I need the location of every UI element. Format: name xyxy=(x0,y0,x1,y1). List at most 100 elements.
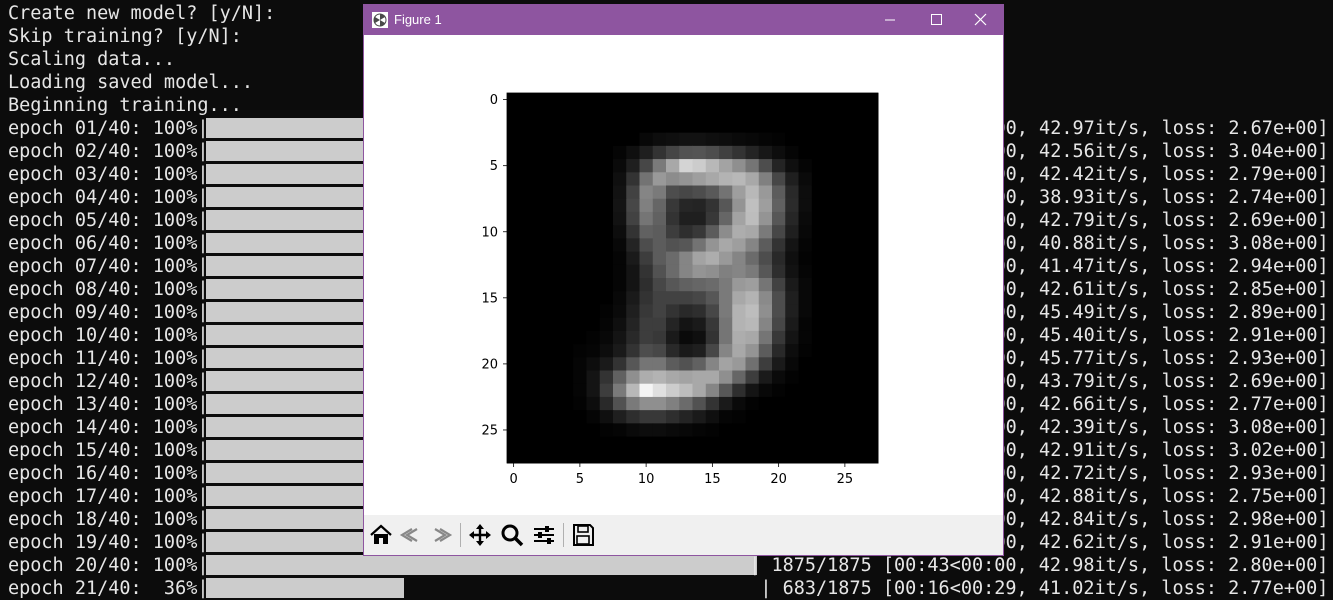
heatmap-cell xyxy=(652,198,667,213)
pan-button[interactable] xyxy=(466,521,494,549)
heatmap-cell xyxy=(838,370,852,385)
home-button[interactable] xyxy=(367,521,395,549)
heatmap-cell xyxy=(679,185,693,200)
heatmap-cell xyxy=(666,106,680,120)
heatmap-cell xyxy=(599,449,614,464)
heatmap-cell xyxy=(507,436,521,451)
forward-button[interactable] xyxy=(427,521,455,549)
heatmap-cell xyxy=(679,145,693,160)
heatmap-cell xyxy=(546,423,561,438)
heatmap-cell xyxy=(772,449,786,464)
heatmap-cell xyxy=(838,344,852,358)
heatmap-cell xyxy=(719,436,733,451)
heatmap-cell xyxy=(732,264,746,279)
heatmap-cell xyxy=(679,172,693,186)
heatmap-cell xyxy=(705,330,720,345)
minimize-button[interactable] xyxy=(867,5,913,35)
heatmap-cell xyxy=(666,291,680,305)
configure-subplots-button[interactable] xyxy=(530,521,558,549)
heatmap-cell xyxy=(851,211,866,226)
heatmap-cell xyxy=(626,410,640,424)
heatmap-cell xyxy=(546,132,561,147)
heatmap-cell xyxy=(758,370,773,385)
heatmap-cell xyxy=(679,238,693,253)
heatmap-cell xyxy=(599,278,614,292)
back-button[interactable] xyxy=(397,521,425,549)
epoch-label: epoch 12/40: 100%| xyxy=(8,371,209,392)
heatmap-cell xyxy=(745,238,760,253)
heatmap-cell xyxy=(666,251,680,266)
heatmap-cell xyxy=(613,251,627,266)
heatmap-cell xyxy=(705,159,720,173)
heatmap-cell xyxy=(546,211,561,226)
figure-window[interactable]: Figure 1 0 5 10 15 20 25 0 5 10 15 20 25 xyxy=(363,4,1004,556)
heatmap-cell xyxy=(851,198,866,213)
heatmap-cell xyxy=(666,357,680,371)
heatmap-cell xyxy=(811,225,826,239)
terminal-line: Loading saved model... xyxy=(8,72,254,93)
heatmap-cell xyxy=(573,396,587,411)
heatmap-cell xyxy=(851,344,866,358)
heatmap-cell xyxy=(758,251,773,266)
heatmap-cell xyxy=(798,357,813,371)
heatmap-cell xyxy=(732,211,746,226)
heatmap-cell xyxy=(599,436,614,451)
heatmap-cell xyxy=(546,396,561,411)
heatmap-cell xyxy=(507,304,521,319)
heatmap-cell xyxy=(732,132,746,147)
heatmap-cell xyxy=(573,304,587,319)
heatmap-cell xyxy=(732,317,746,332)
heatmap-cell xyxy=(864,410,879,424)
heatmap-cell xyxy=(599,211,614,226)
maximize-button[interactable] xyxy=(913,5,959,35)
heatmap-cell xyxy=(507,410,521,424)
save-button[interactable] xyxy=(569,521,597,549)
title-bar[interactable]: Figure 1 xyxy=(364,5,1003,35)
heatmap-cell xyxy=(546,304,561,319)
figure-canvas[interactable]: 0 5 10 15 20 25 0 5 10 15 20 25 xyxy=(364,35,1003,515)
heatmap-cell xyxy=(719,330,733,345)
heatmap-cell xyxy=(692,357,707,371)
heatmap-cell xyxy=(825,330,839,345)
heatmap-cell xyxy=(798,304,813,319)
heatmap-cell xyxy=(507,330,521,345)
heatmap-cell xyxy=(758,185,773,200)
heatmap-cell xyxy=(798,436,813,451)
heatmap-cell xyxy=(560,159,574,173)
heatmap-cell xyxy=(692,423,707,438)
heatmap-cell xyxy=(798,198,813,213)
heatmap-cell xyxy=(838,119,852,134)
heatmap-cell xyxy=(758,304,773,319)
heatmap-cell xyxy=(758,383,773,398)
heatmap-cell xyxy=(692,159,707,173)
heatmap-cell xyxy=(811,396,826,411)
epoch-stats: 00, 42.66it/s, loss: 2.77e+00] xyxy=(994,394,1329,415)
heatmap-cell xyxy=(626,357,640,371)
heatmap-cell xyxy=(732,304,746,319)
heatmap-cell xyxy=(586,145,601,160)
heatmap-cell xyxy=(745,423,760,438)
heatmap-cell xyxy=(838,278,852,292)
heatmap-cell xyxy=(666,410,680,424)
heatmap-cell xyxy=(692,396,707,411)
heatmap-cell xyxy=(520,132,534,147)
heatmap-cell xyxy=(825,251,839,266)
zoom-button[interactable] xyxy=(498,521,526,549)
close-button[interactable] xyxy=(957,5,1003,35)
heatmap-cell xyxy=(732,198,746,213)
heatmap-cell xyxy=(785,317,799,332)
heatmap-cell xyxy=(692,185,707,200)
heatmap-cell xyxy=(533,251,548,266)
epoch-label: epoch 05/40: 100%| xyxy=(8,210,209,231)
heatmap-cell xyxy=(864,383,879,398)
epoch-label: epoch 21/40: 36%| xyxy=(8,578,209,599)
epoch-stats: | 683/1875 [00:16<00:29, 41.02it/s, loss… xyxy=(760,578,1329,599)
heatmap-cell xyxy=(560,370,574,385)
heatmap-cell xyxy=(705,238,720,253)
heatmap-cell xyxy=(507,159,521,173)
heatmap-cell xyxy=(520,278,534,292)
heatmap-cell xyxy=(705,449,720,464)
heatmap-cell xyxy=(772,436,786,451)
heatmap-cell xyxy=(772,225,786,239)
heatmap-cell xyxy=(507,251,521,266)
